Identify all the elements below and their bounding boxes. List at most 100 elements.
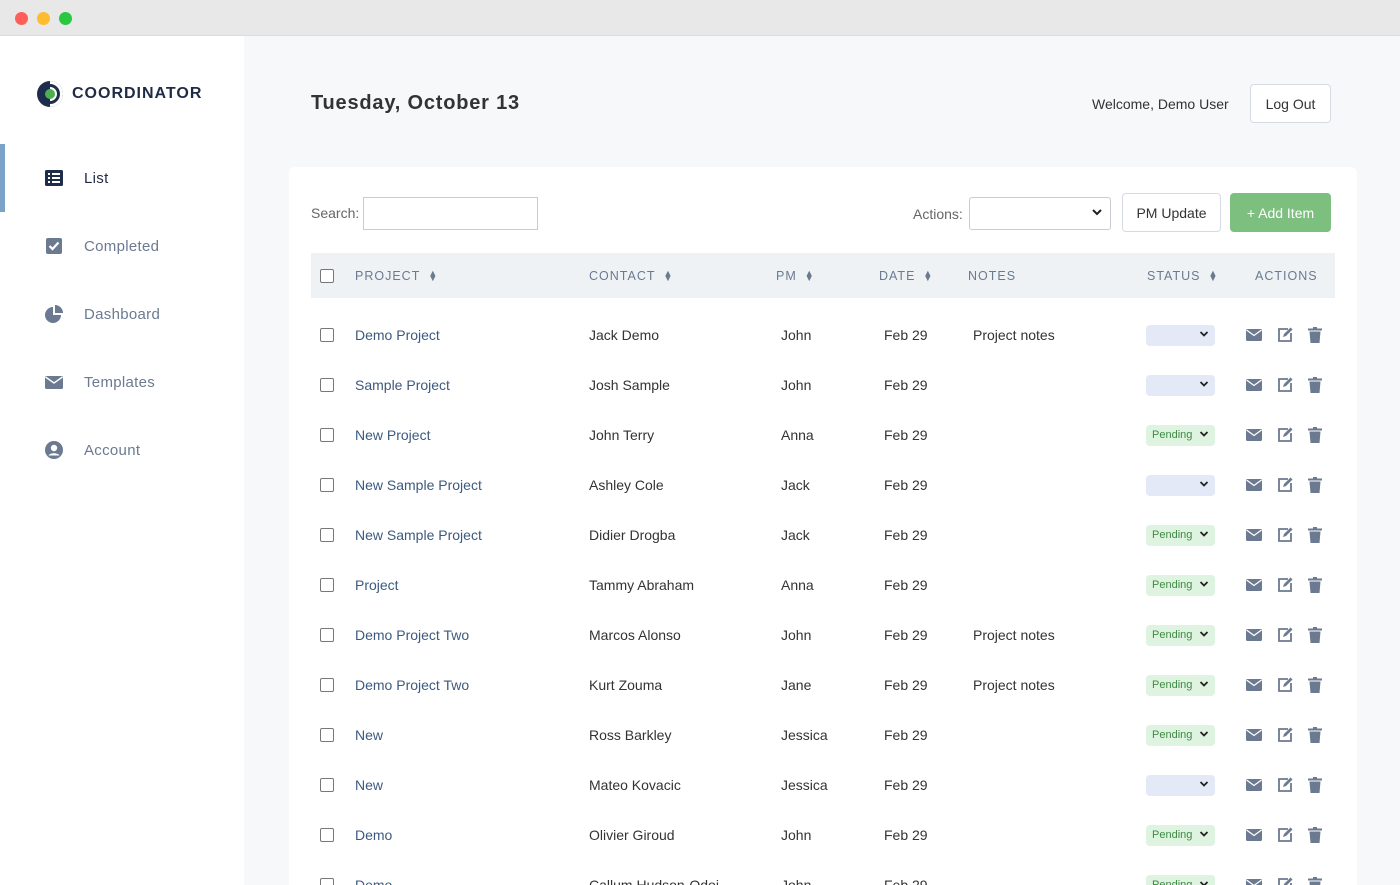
pm-update-button[interactable]: PM Update <box>1122 193 1221 232</box>
status-select[interactable] <box>1146 774 1215 796</box>
search-input[interactable] <box>363 197 538 230</box>
edit-action[interactable] <box>1276 610 1294 660</box>
email-action[interactable] <box>1245 310 1263 360</box>
status-select[interactable] <box>1146 324 1215 346</box>
row-select-cell <box>320 710 334 760</box>
email-action[interactable] <box>1245 710 1263 760</box>
edit-action[interactable] <box>1276 760 1294 810</box>
email-action[interactable] <box>1245 510 1263 560</box>
trash-action[interactable] <box>1306 610 1324 660</box>
close-window-button[interactable] <box>15 12 28 25</box>
row-checkbox[interactable] <box>320 478 334 492</box>
trash-icon <box>1306 576 1324 594</box>
status-select[interactable]: Pending <box>1146 574 1215 596</box>
trash-action[interactable] <box>1306 760 1324 810</box>
pm-cell: Jane <box>781 677 812 693</box>
contact-cell: Didier Drogba <box>589 527 676 543</box>
status-select[interactable]: Pending <box>1146 424 1215 446</box>
trash-action[interactable] <box>1306 660 1324 710</box>
status-select[interactable]: Pending <box>1146 674 1215 696</box>
sidebar-item-completed[interactable]: Completed <box>0 212 244 280</box>
trash-action[interactable] <box>1306 860 1324 885</box>
column-header-status[interactable]: STATUS ▲ ▼ <box>1147 253 1218 298</box>
pm-cell: Jessica <box>781 777 828 793</box>
project-link[interactable]: Sample Project <box>355 360 450 410</box>
trash-action[interactable] <box>1306 360 1324 410</box>
trash-action[interactable] <box>1306 410 1324 460</box>
edit-action[interactable] <box>1276 460 1294 510</box>
email-action[interactable] <box>1245 810 1263 860</box>
select-all-checkbox[interactable] <box>320 268 334 283</box>
maximize-window-button[interactable] <box>59 12 72 25</box>
row-checkbox[interactable] <box>320 678 334 692</box>
project-link[interactable]: New <box>355 760 383 810</box>
status-select[interactable]: Pending <box>1146 824 1215 846</box>
trash-action[interactable] <box>1306 810 1324 860</box>
row-checkbox[interactable] <box>320 728 334 742</box>
logout-button[interactable]: Log Out <box>1250 84 1331 123</box>
column-header-project[interactable]: PROJECT ▲ ▼ <box>355 253 438 298</box>
column-header-pm[interactable]: PM ▲ ▼ <box>776 253 815 298</box>
project-link[interactable]: Demo Project Two <box>355 610 469 660</box>
project-link[interactable]: Demo Project <box>355 310 440 360</box>
add-item-button[interactable]: + Add Item <box>1230 193 1331 232</box>
project-link[interactable]: New Project <box>355 410 430 460</box>
edit-action[interactable] <box>1276 410 1294 460</box>
email-action[interactable] <box>1245 460 1263 510</box>
brand-logo[interactable]: COORDINATOR <box>37 81 202 107</box>
project-link[interactable]: New <box>355 710 383 760</box>
trash-action[interactable] <box>1306 310 1324 360</box>
minimize-window-button[interactable] <box>37 12 50 25</box>
sidebar-item-templates[interactable]: Templates <box>0 348 244 416</box>
trash-action[interactable] <box>1306 560 1324 610</box>
edit-action[interactable] <box>1276 360 1294 410</box>
row-checkbox[interactable] <box>320 628 334 642</box>
status-select[interactable]: Pending <box>1146 874 1215 885</box>
status-select[interactable]: Pending <box>1146 624 1215 646</box>
edit-action[interactable] <box>1276 560 1294 610</box>
status-select[interactable] <box>1146 374 1215 396</box>
row-checkbox[interactable] <box>320 378 334 392</box>
email-action[interactable] <box>1245 660 1263 710</box>
edit-action[interactable] <box>1276 510 1294 560</box>
email-action[interactable] <box>1245 360 1263 410</box>
email-action[interactable] <box>1245 760 1263 810</box>
trash-action[interactable] <box>1306 510 1324 560</box>
row-checkbox[interactable] <box>320 878 334 885</box>
status-cell: Pending <box>1146 710 1215 760</box>
row-checkbox[interactable] <box>320 778 334 792</box>
table-row: Demo Project Two Kurt Zouma Jane Feb 29 Proj… <box>311 660 1335 710</box>
row-checkbox[interactable] <box>320 528 334 542</box>
email-action[interactable] <box>1245 860 1263 885</box>
email-action[interactable] <box>1245 560 1263 610</box>
row-checkbox[interactable] <box>320 428 334 442</box>
sidebar-item-account[interactable]: Account <box>0 416 244 484</box>
project-link[interactable]: New Sample Project <box>355 510 482 560</box>
column-header-date[interactable]: DATE ▲ ▼ <box>879 253 933 298</box>
project-link[interactable]: Project <box>355 560 399 610</box>
row-checkbox[interactable] <box>320 328 334 342</box>
column-header-notes: NOTES <box>968 253 1016 298</box>
edit-action[interactable] <box>1276 660 1294 710</box>
trash-action[interactable] <box>1306 460 1324 510</box>
edit-action[interactable] <box>1276 310 1294 360</box>
status-select[interactable]: Pending <box>1146 724 1215 746</box>
edit-action[interactable] <box>1276 710 1294 760</box>
email-action[interactable] <box>1245 410 1263 460</box>
column-header-contact[interactable]: CONTACT ▲ ▼ <box>589 253 673 298</box>
status-select[interactable] <box>1146 474 1215 496</box>
project-link[interactable]: Demo Project Two <box>355 660 469 710</box>
sidebar-item-list[interactable]: List <box>0 144 244 212</box>
row-checkbox[interactable] <box>320 828 334 842</box>
trash-action[interactable] <box>1306 710 1324 760</box>
edit-action[interactable] <box>1276 810 1294 860</box>
row-checkbox[interactable] <box>320 578 334 592</box>
sidebar-item-dashboard[interactable]: Dashboard <box>0 280 244 348</box>
edit-action[interactable] <box>1276 860 1294 885</box>
project-link[interactable]: New Sample Project <box>355 460 482 510</box>
project-link[interactable]: Demo <box>355 860 392 885</box>
project-link[interactable]: Demo <box>355 810 392 860</box>
actions-select[interactable] <box>969 197 1111 230</box>
status-select[interactable]: Pending <box>1146 524 1215 546</box>
email-action[interactable] <box>1245 610 1263 660</box>
